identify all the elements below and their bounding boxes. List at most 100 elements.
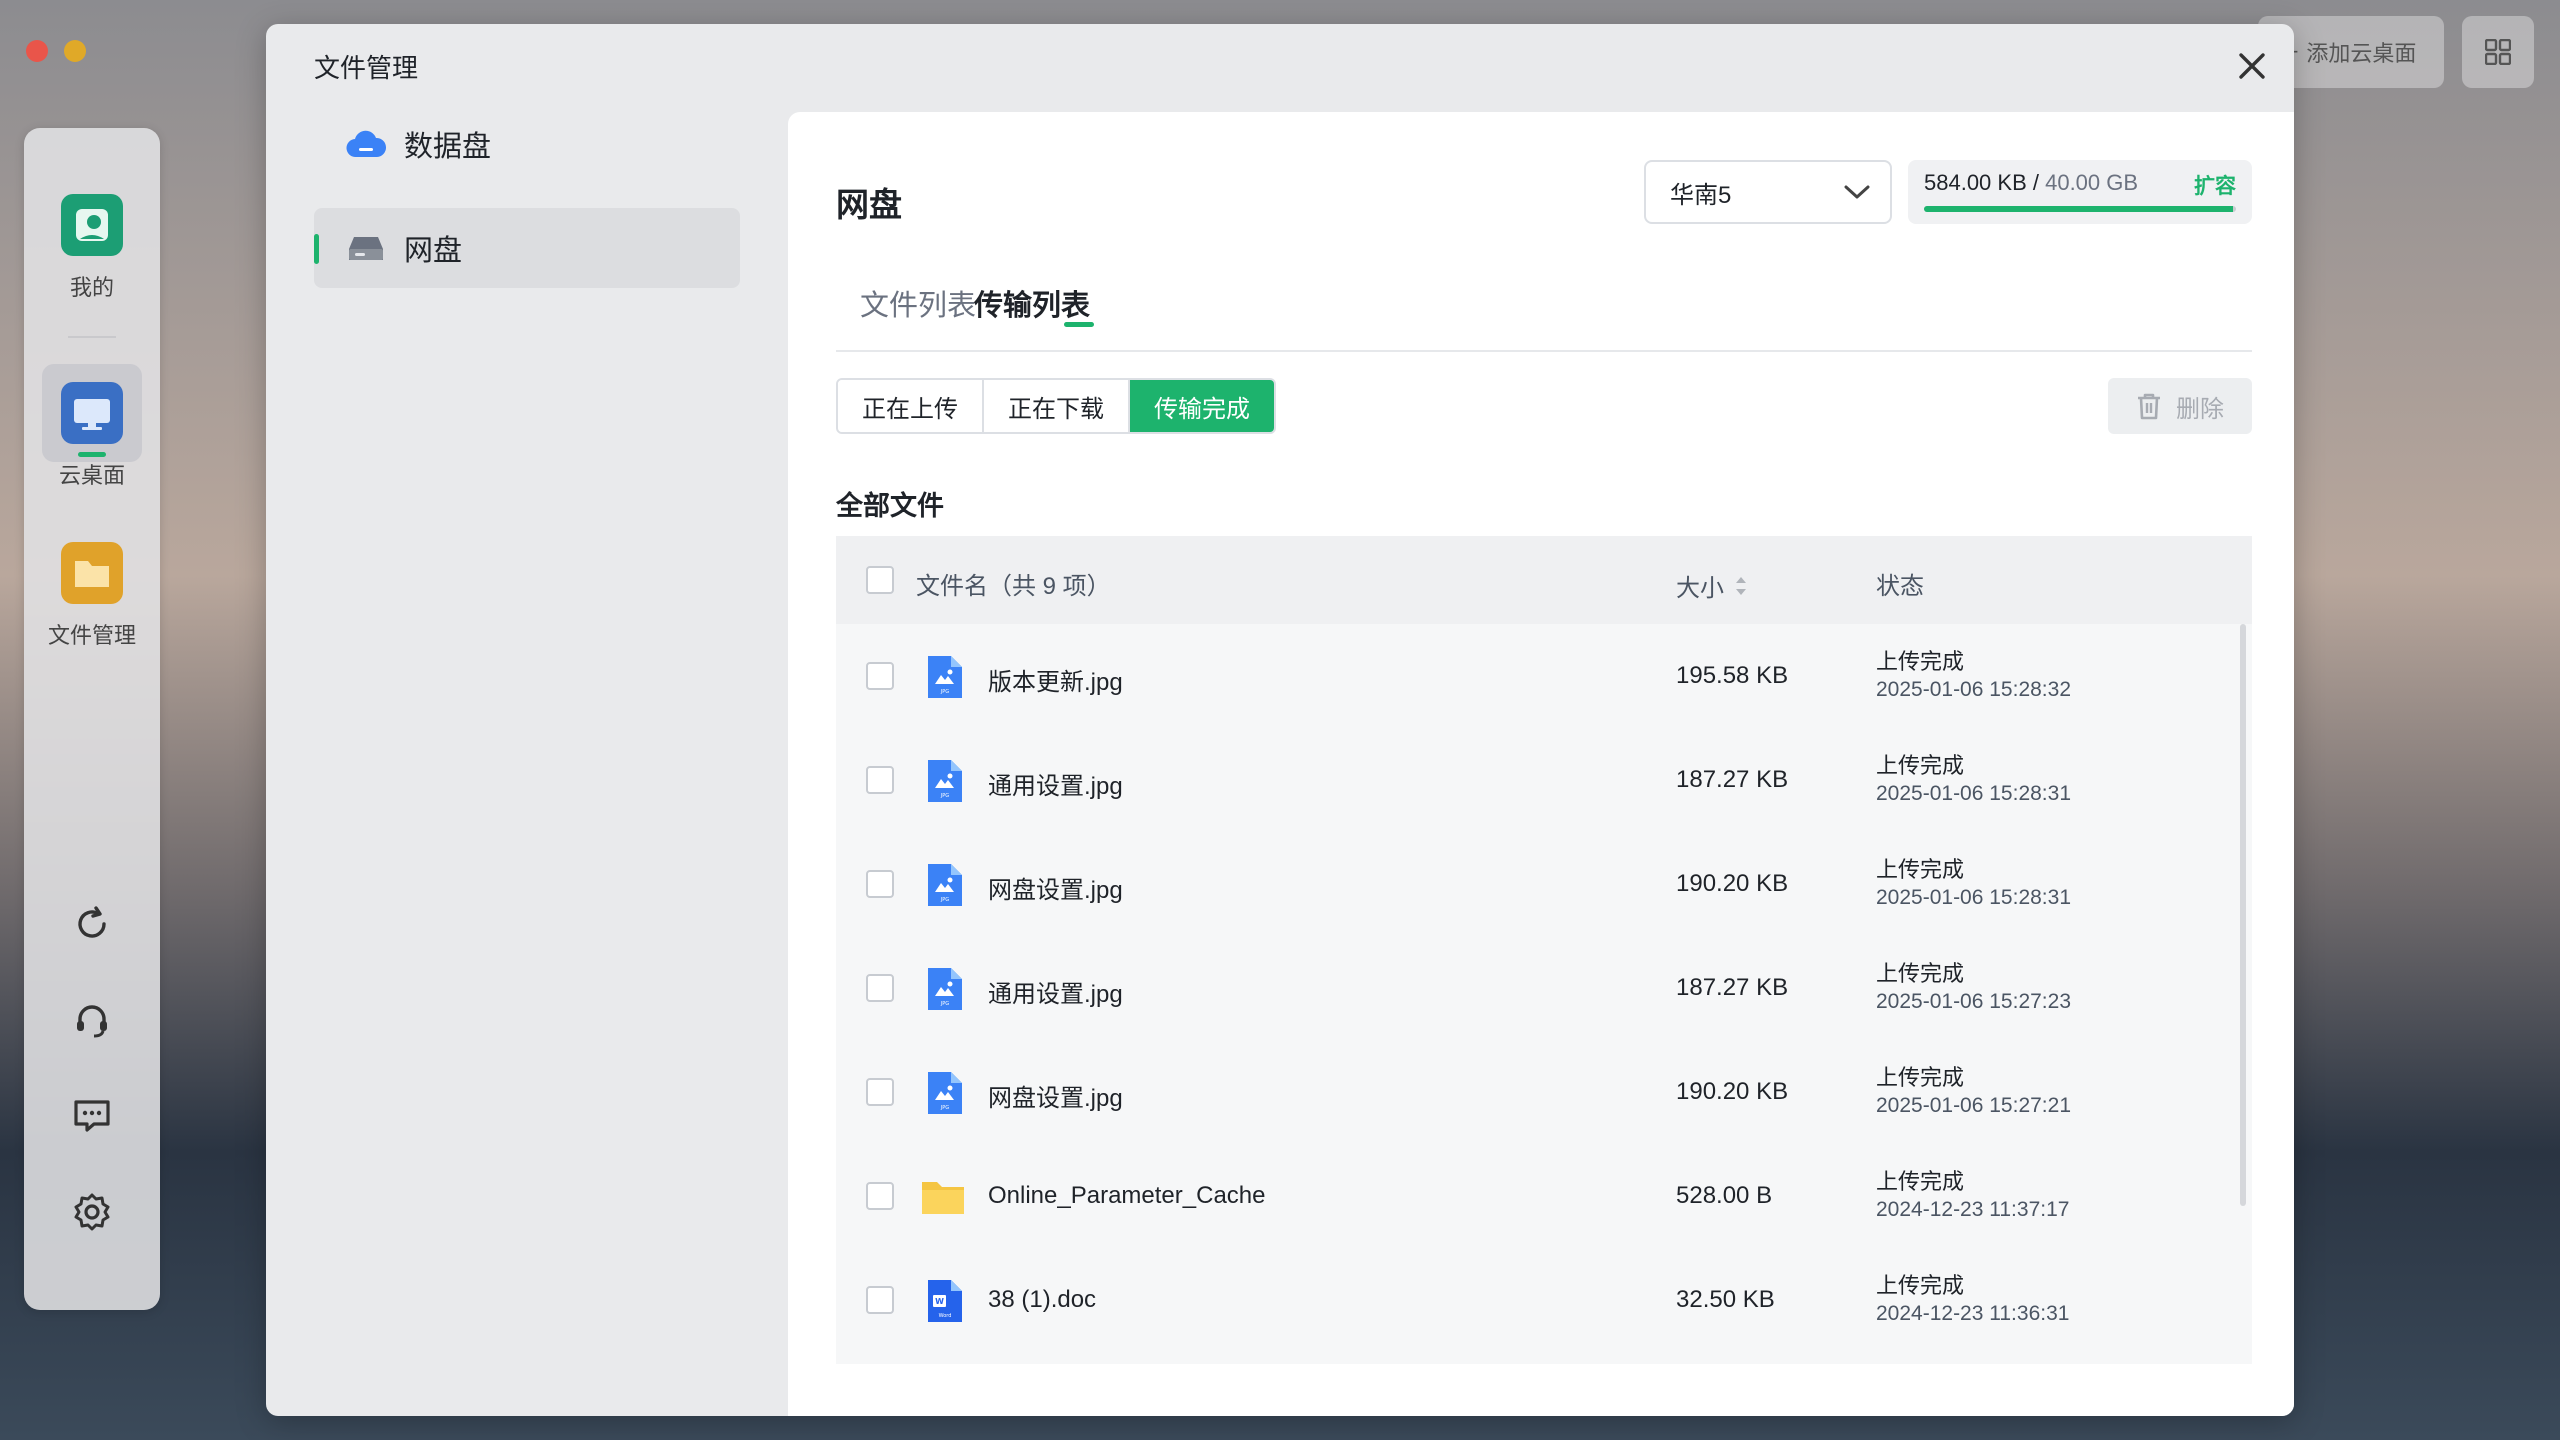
grid-icon [2485,39,2511,65]
tabs-divider [836,350,2252,352]
close-window-button[interactable] [26,40,48,62]
gear-icon [74,1193,110,1231]
row-checkbox[interactable] [866,662,894,690]
modal-close-button[interactable] [2232,46,2272,86]
status-timestamp: 2024-12-23 11:37:17 [1876,1198,2070,1221]
table-row[interactable]: JPG 通用设置.jpg 187.27 KB 上传完成 2025-01-06 15:27… [836,936,2240,1040]
message-button[interactable] [68,1092,116,1140]
file-size: 195.58 KB [1676,662,1789,689]
tab-transfer-list[interactable]: 传输列表 [974,282,1090,324]
modal-title: 文件管理 [314,53,419,83]
app-window: + 添加云桌面 我的 [0,0,2560,1440]
table-row[interactable]: JPG 通用设置.jpg 187.27 KB 上传完成 2025-01-06 15:28… [836,728,2240,832]
sort-icon [1736,576,1746,595]
jpg-file-icon: JPG [924,758,964,804]
row-checkbox[interactable] [866,870,894,898]
storage-total: 40.00 GB [2045,170,2139,195]
settings-button[interactable] [68,1188,116,1236]
status-text: 上传完成 [1876,649,1965,674]
folder-icon [920,1176,966,1216]
section-title: 全部文件 [836,491,944,521]
dock-label: 云桌面 [58,463,125,488]
active-indicator [314,234,319,264]
dock-divider [68,336,116,338]
table-scrollbar[interactable] [2240,624,2246,1206]
column-header-status: 状态 [1876,573,1924,600]
left-dock: 我的 云桌面 文件管理 [24,128,160,1310]
region-select[interactable]: 华南5 [1644,160,1892,224]
row-checkbox[interactable] [866,1182,894,1210]
main-content: 网盘 华南5 584.00 KB / 40.00 GB 扩容 文件列表 传输列表… [788,112,2294,1416]
file-name: 38 (1).doc [988,1286,1097,1313]
segment-uploading[interactable]: 正在上传 [838,380,984,432]
file-name: 版本更新.jpg [988,669,1123,696]
status-timestamp: 2025-01-06 15:28:32 [1876,678,2071,701]
sidebar-item-label: 网盘 [404,235,463,267]
svg-text:JPG: JPG [940,689,949,695]
table-row[interactable]: JPG 版本更新.jpg 195.58 KB 上传完成 2025-01-06 15:28… [836,624,2240,728]
row-checkbox[interactable] [866,766,894,794]
storage-progress-bar [1924,206,2236,212]
storage-used: 584.00 KB [1924,170,2027,195]
tab-file-list[interactable]: 文件列表 [860,282,976,324]
svg-text:JPG: JPG [940,1105,949,1111]
dock-label: 我的 [69,275,114,300]
region-selected-value: 华南5 [1670,181,1732,209]
table-row[interactable]: Online_Parameter_Cache 528.00 B 上传完成 2024-1… [836,1144,2240,1248]
table-row[interactable]: JPG 网盘设置.jpg 190.20 KB 上传完成 2025-01-06 15:27… [836,1040,2240,1144]
cloud-icon [346,130,386,158]
status-timestamp: 2025-01-06 15:28:31 [1876,782,2071,805]
file-status: 上传完成 2025-01-06 15:27:23 [1876,960,2071,1016]
chevron-down-icon [1844,185,1870,199]
storage-usage: 584.00 KB / 40.00 GB 扩容 [1908,160,2252,224]
sidebar-item-net-disk[interactable]: 网盘 [314,208,740,288]
table-header: 文件名（共 9 项） 大小 状态 [836,536,2252,624]
status-text: 上传完成 [1876,857,1965,882]
jpg-file-icon: JPG [924,1070,964,1116]
file-size: 187.27 KB [1676,974,1789,1001]
sidebar-item-data-disk[interactable]: 数据盘 [314,104,740,184]
message-icon [74,1100,110,1132]
delete-button[interactable]: 删除 [2108,378,2252,434]
status-text: 上传完成 [1876,1169,1965,1194]
expand-storage-link[interactable]: 扩容 [2194,170,2236,200]
storage-progress-fill [1924,206,2233,212]
refresh-button[interactable] [68,900,116,948]
file-name: 网盘设置.jpg [988,1085,1123,1112]
svg-text:JPG: JPG [940,897,949,903]
file-status: 上传完成 2024-12-23 11:37:17 [1876,1168,2069,1224]
file-status: 上传完成 2025-01-06 15:28:32 [1876,648,2071,704]
delete-label: 删除 [2176,395,2224,423]
trash-icon [2138,393,2160,420]
sidebar-item-label: 数据盘 [404,131,492,163]
row-checkbox[interactable] [866,1286,894,1314]
support-button[interactable] [68,996,116,1044]
dock-item-mine[interactable]: 我的 [24,194,160,302]
table-row[interactable]: W Word 38 (1).doc 32.50 KB 上传完成 2024-12-23 11… [836,1248,2240,1352]
file-name: Online_Parameter_Cache [988,1182,1266,1209]
file-table: 文件名（共 9 项） 大小 状态 JPG 版本更新.jpg 195.58 KB 上传完… [836,536,2252,1364]
table-row[interactable]: JPG 网盘设置.jpg 190.20 KB 上传完成 2025-01-06 15:28… [836,832,2240,936]
user-icon [61,194,123,256]
drive-icon [349,237,383,260]
monitor-icon [61,382,123,444]
dock-item-file-manager[interactable]: 文件管理 [24,542,160,650]
segment-completed[interactable]: 传输完成 [1130,380,1274,432]
select-all-checkbox[interactable] [866,566,894,594]
column-header-size-label: 大小 [1676,575,1724,602]
status-text: 上传完成 [1876,1273,1965,1298]
file-name: 通用设置.jpg [988,773,1123,800]
close-icon [2239,53,2265,79]
minimize-window-button[interactable] [64,40,86,62]
segment-downloading[interactable]: 正在下载 [984,380,1130,432]
add-desktop-label: 添加云桌面 [2306,41,2417,66]
dock-item-cloud-desktop[interactable]: 云桌面 [24,382,160,490]
file-size: 528.00 B [1676,1182,1773,1209]
column-header-size[interactable]: 大小 [1676,568,1748,603]
row-checkbox[interactable] [866,1078,894,1106]
storage-separator: / [2026,170,2046,195]
word-file-icon: W Word [924,1278,964,1324]
grid-view-button[interactable] [2462,16,2534,88]
status-timestamp: 2025-01-06 15:27:23 [1876,990,2071,1013]
row-checkbox[interactable] [866,974,894,1002]
